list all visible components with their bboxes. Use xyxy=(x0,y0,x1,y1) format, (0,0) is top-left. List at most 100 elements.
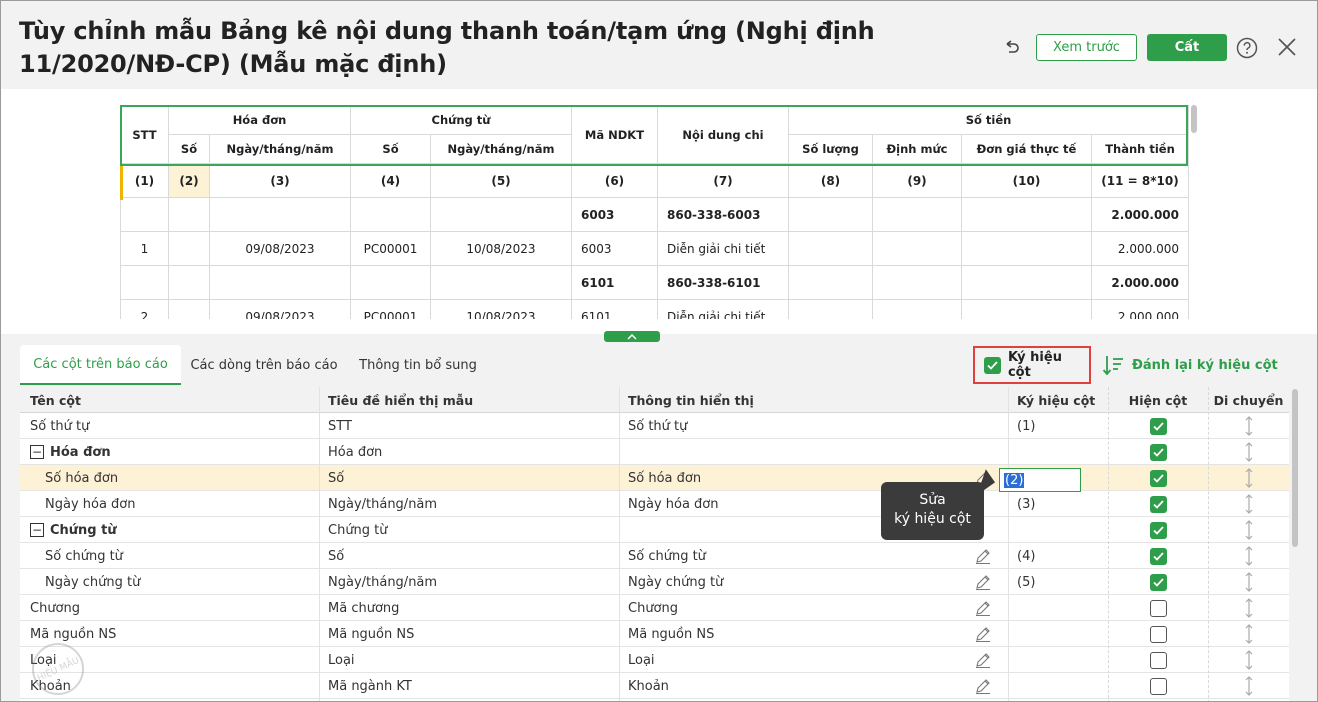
collapse-group-icon[interactable]: − xyxy=(30,523,44,537)
grid-header-cell: Tên cột xyxy=(30,392,81,408)
grid-row[interactable]: Số thứ tự STT Số thứ tự (1) xyxy=(20,413,1289,439)
renumber-symbols-button[interactable]: Đánh lại ký hiệu cột xyxy=(1102,352,1278,378)
show-column-checkbox[interactable] xyxy=(1149,469,1167,487)
grid-row[interactable]: Số chứng từ Số Số chứng từ (4) xyxy=(20,543,1289,569)
grid-cell-title[interactable]: Ngày/tháng/năm xyxy=(319,569,619,595)
show-column-checkbox[interactable] xyxy=(1149,417,1167,435)
move-arrows-icon[interactable] xyxy=(1244,650,1254,670)
grid-row[interactable]: Chương Mã chương Chương xyxy=(20,595,1289,621)
display-info: Mã nguồn NS xyxy=(628,626,715,642)
show-column-checkbox[interactable] xyxy=(1149,547,1167,565)
grid-cell-symbol[interactable]: (1) xyxy=(1008,413,1108,439)
grid-cell-info[interactable]: Số thứ tự xyxy=(619,413,1008,439)
edit-pencil-icon[interactable] xyxy=(975,678,991,694)
grid-row[interactable]: Ngày hóa đơn Ngày/tháng/năm Ngày hóa đơn (3… xyxy=(20,491,1289,517)
show-column-checkbox[interactable] xyxy=(1149,677,1167,695)
column-name: Ngày chứng từ xyxy=(45,574,141,590)
grid-cell-symbol[interactable] xyxy=(1008,673,1108,699)
grid-cell-info[interactable]: Mã nguồn NS xyxy=(619,621,1008,647)
edit-pencil-icon[interactable] xyxy=(975,548,991,564)
grid-row[interactable]: Khoản Mã ngành KT Khoản xyxy=(20,673,1289,699)
show-column-checkbox[interactable] xyxy=(1149,599,1167,617)
report-header-cell: Nội dung chi xyxy=(657,105,789,164)
collapse-group-icon[interactable]: − xyxy=(30,445,44,459)
move-arrows-icon[interactable] xyxy=(1244,520,1254,540)
grid-cell-info[interactable]: Ngày chứng từ xyxy=(619,569,1008,595)
grid-scrollbar[interactable] xyxy=(1291,387,1299,701)
grid-cell-title[interactable]: Mã ngành KT xyxy=(319,673,619,699)
grid-cell-move xyxy=(1208,543,1289,569)
show-column-checkbox[interactable] xyxy=(1149,573,1167,591)
preview-button[interactable]: Xem trước xyxy=(1036,34,1137,61)
edit-pencil-icon[interactable] xyxy=(975,652,991,668)
grid-cell-symbol[interactable] xyxy=(1008,621,1108,647)
grid-scroll-thumb[interactable] xyxy=(1292,389,1298,547)
grid-cell-title[interactable]: Ngày/tháng/năm xyxy=(319,491,619,517)
grid-cell-symbol[interactable]: (3) xyxy=(1008,491,1108,517)
grid-cell-symbol[interactable] xyxy=(1008,517,1108,543)
dialog-header: Tùy chỉnh mẫu Bảng kê nội dung thanh toá… xyxy=(1,1,1317,89)
move-arrows-icon[interactable] xyxy=(1244,676,1254,696)
grid-cell-info[interactable]: Khoản xyxy=(619,673,1008,699)
grid-cell-title[interactable]: Mã chương xyxy=(319,595,619,621)
grid-row[interactable]: Số hóa đơn Số Số hóa đơn xyxy=(20,465,1289,491)
move-arrows-icon[interactable] xyxy=(1244,572,1254,592)
show-column-checkbox[interactable] xyxy=(1149,651,1167,669)
grid-row[interactable]: − Hóa đơn Hóa đơn xyxy=(20,439,1289,465)
grid-cell-info[interactable] xyxy=(619,439,1008,465)
checkbox-checked-icon[interactable] xyxy=(984,356,1001,374)
undo-button[interactable] xyxy=(999,34,1025,60)
preview-scrollbar[interactable] xyxy=(1191,105,1197,133)
show-column-checkbox[interactable] xyxy=(1149,495,1167,513)
move-arrows-icon[interactable] xyxy=(1244,468,1254,488)
move-arrows-icon[interactable] xyxy=(1244,598,1254,618)
column-symbol-cell: (10) xyxy=(961,163,1092,198)
column-symbol-input[interactable]: (2) xyxy=(999,468,1081,492)
column-symbol-input-value[interactable]: (2) xyxy=(1004,472,1025,488)
grid-row[interactable]: Ngày chứng từ Ngày/tháng/năm Ngày chứng từ… xyxy=(20,569,1289,595)
grid-cell-symbol[interactable] xyxy=(1008,439,1108,465)
grid-cell-symbol[interactable] xyxy=(1008,647,1108,673)
grid-cell-title[interactable]: Loại xyxy=(319,647,619,673)
grid-cell-title[interactable]: STT xyxy=(319,413,619,439)
grid-cell-info[interactable]: Chương xyxy=(619,595,1008,621)
report-cell xyxy=(168,265,210,300)
report-cell xyxy=(788,299,873,319)
report-header-cell: STT xyxy=(120,105,169,164)
grid-cell-title[interactable]: Hóa đơn xyxy=(319,439,619,465)
grid-row[interactable]: − Chứng từ Chứng từ xyxy=(20,517,1289,543)
close-button[interactable] xyxy=(1275,35,1299,59)
grid-cell-info[interactable]: Loại xyxy=(619,647,1008,673)
grid-row[interactable]: Loại Loại Loại xyxy=(20,647,1289,673)
move-arrows-icon[interactable] xyxy=(1244,494,1254,514)
move-arrows-icon[interactable] xyxy=(1244,624,1254,644)
watermark-text: HIỆU MẪU xyxy=(35,653,81,684)
grid-cell-title[interactable]: Số xyxy=(319,465,619,491)
tab-report-rows[interactable]: Các dòng trên báo cáo xyxy=(188,345,340,385)
report-cell xyxy=(872,197,962,232)
edit-pencil-icon[interactable] xyxy=(975,600,991,616)
grid-cell-info[interactable]: Số chứng từ xyxy=(619,543,1008,569)
grid-cell-title[interactable]: Số xyxy=(319,543,619,569)
grid-cell-symbol[interactable] xyxy=(1008,595,1108,621)
show-column-checkbox[interactable] xyxy=(1149,521,1167,539)
move-arrows-icon[interactable] xyxy=(1244,546,1254,566)
save-button[interactable]: Cất xyxy=(1147,34,1227,61)
grid-cell-title[interactable]: Chứng từ xyxy=(319,517,619,543)
move-arrows-icon[interactable] xyxy=(1244,416,1254,436)
move-arrows-icon[interactable] xyxy=(1244,442,1254,462)
grid-row[interactable]: Mã nguồn NS Mã nguồn NS Mã nguồn NS xyxy=(20,621,1289,647)
show-column-checkbox[interactable] xyxy=(1149,443,1167,461)
tab-additional-info[interactable]: Thông tin bổ sung xyxy=(353,345,483,385)
tab-report-columns[interactable]: Các cột trên báo cáo xyxy=(20,345,181,385)
column-symbol-cell: (6) xyxy=(571,163,658,198)
show-column-checkbox[interactable] xyxy=(1149,625,1167,643)
help-button[interactable] xyxy=(1235,36,1259,60)
grid-cell-symbol[interactable]: (4) xyxy=(1008,543,1108,569)
grid-cell-symbol[interactable]: (5) xyxy=(1008,569,1108,595)
edit-pencil-icon[interactable] xyxy=(975,626,991,642)
column-symbol-toggle[interactable]: Ký hiệu cột xyxy=(973,346,1091,384)
collapse-preview-button[interactable] xyxy=(604,331,660,342)
edit-pencil-icon[interactable] xyxy=(975,574,991,590)
grid-cell-title[interactable]: Mã nguồn NS xyxy=(319,621,619,647)
